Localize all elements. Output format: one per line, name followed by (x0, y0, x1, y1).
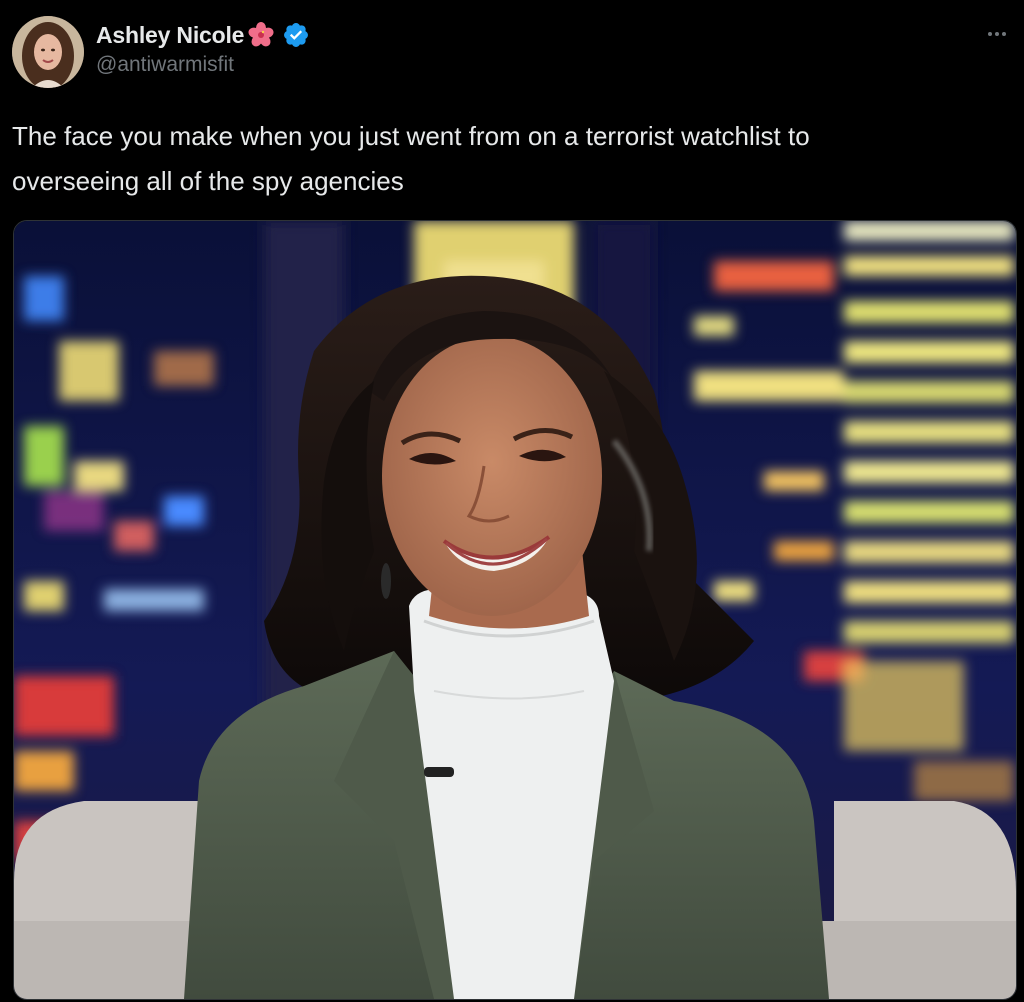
more-horizontal-icon (988, 32, 992, 36)
name-row: Ashley Nicole (96, 20, 310, 50)
avatar-image (12, 16, 84, 88)
more-dot (1002, 32, 1006, 36)
author-info: Ashley Nicole @antiwarmisfit (96, 20, 310, 77)
author-handle[interactable]: @antiwarmisfit (96, 53, 310, 77)
more-dot (995, 32, 999, 36)
avatar[interactable] (12, 16, 84, 88)
photo-scene (14, 221, 1016, 999)
author-display-name[interactable]: Ashley Nicole (96, 22, 244, 49)
tweet-card: Ashley Nicole @antiwarmisfit The face yo… (0, 0, 1024, 1002)
tweet-media-photo[interactable] (13, 220, 1017, 1000)
verified-badge-icon[interactable] (282, 21, 310, 49)
tweet-text: The face you make when you just went fro… (12, 121, 810, 196)
hibiscus-flower-icon (246, 20, 276, 50)
tweet-header: Ashley Nicole @antiwarmisfit (10, 16, 1014, 90)
more-options-button[interactable] (982, 22, 1012, 46)
